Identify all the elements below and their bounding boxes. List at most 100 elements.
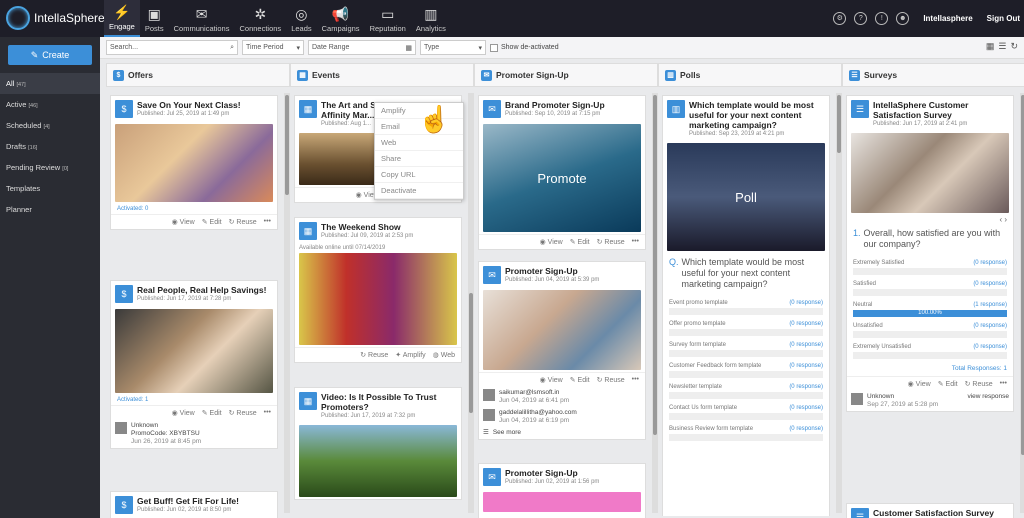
card-title: Promoter Sign-Up	[505, 266, 578, 276]
reuse-button[interactable]: ↻ Reuse	[597, 238, 625, 246]
question-text: Overall, how satisfied are you with our …	[863, 228, 1001, 249]
create-button[interactable]: ✎ Create	[8, 45, 92, 65]
offer-card[interactable]: $ Real People, Real Help Savings! Publishe…	[110, 280, 278, 449]
promoter-card[interactable]: ✉ Promoter Sign-Up Published: Jun 04, 2019…	[478, 261, 646, 440]
scrollbar[interactable]	[1020, 93, 1024, 513]
sidebar-item-count: [4]	[43, 124, 50, 130]
menu-item-web[interactable]: Web	[375, 135, 463, 151]
sidebar-item-drafts[interactable]: Drafts [16]	[0, 136, 100, 157]
event-card[interactable]: ▦ The Weekend Show Published: Jul 09, 2019…	[294, 217, 462, 363]
view-label: View	[179, 410, 195, 417]
menu-item-share[interactable]: Share	[375, 151, 463, 167]
option-label: Customer Feedback form template	[669, 363, 762, 369]
poll-question: Q. Which template would be most useful fo…	[663, 253, 829, 294]
scroll-thumb[interactable]	[837, 95, 841, 153]
offer-card[interactable]: $ Save On Your Next Class! Published: Jul …	[110, 95, 278, 230]
more-button[interactable]: •••	[264, 409, 271, 417]
view-button[interactable]: ◉ View	[172, 218, 195, 226]
offer-card[interactable]: $ Get Buff! Get Fit For Life! Published: J…	[110, 491, 278, 518]
option-response: (0 response)	[973, 260, 1007, 266]
scroll-thumb[interactable]	[469, 293, 473, 413]
grid-view-icon[interactable]: ▦	[986, 41, 995, 52]
posts-icon: ▣	[147, 6, 161, 22]
view-button[interactable]: ◉ View	[540, 376, 563, 384]
engage-icon: ⚡	[113, 4, 131, 20]
reuse-button[interactable]: ↻ Reuse	[597, 376, 625, 384]
notifications-icon[interactable]: !	[875, 12, 889, 25]
settings-icon[interactable]: ⚙	[833, 12, 847, 25]
surveys-column: ☰ Surveys ☰ IntellaSphere Customer Satisfa…	[842, 63, 1024, 518]
sidebar-item-all[interactable]: All [47]	[0, 73, 100, 94]
sidebar-item-scheduled[interactable]: Scheduled [4]	[0, 115, 100, 136]
view-button[interactable]: ◉ View	[172, 409, 195, 417]
edit-button[interactable]: ✎ Edit	[570, 238, 590, 246]
edit-button[interactable]: ✎ Edit	[938, 380, 958, 388]
option-bar	[853, 289, 1007, 296]
carousel-arrows[interactable]: ‹ ›	[847, 215, 1013, 224]
event-card[interactable]: ▦ Video: Is It Possible To Trust Promoter…	[294, 387, 462, 500]
nav-reputation[interactable]: ▭ Reputation	[365, 0, 411, 37]
nav-communications[interactable]: ✉ Communications	[169, 0, 235, 37]
nav-engage[interactable]: ⚡ Engage	[104, 0, 140, 37]
reuse-button[interactable]: ↻ Reuse	[229, 218, 257, 226]
survey-card[interactable]: ☰ Customer Satisfaction Survey	[846, 503, 1014, 518]
survey-card[interactable]: ☰ IntellaSphere Customer Satisfaction Sur…	[846, 95, 1014, 412]
more-button[interactable]: •••	[632, 238, 639, 246]
menu-item-copy-url[interactable]: Copy URL	[375, 167, 463, 183]
filter-bar: Search... ⌕ Time Period ▾ Date Range ▦ Type…	[100, 37, 1024, 59]
more-button[interactable]: •••	[1000, 380, 1007, 388]
contact-date: Jun 26, 2019 at 8:45 pm	[131, 438, 202, 445]
help-icon[interactable]: ?	[854, 12, 868, 25]
reuse-button[interactable]: ↻ Reuse	[229, 409, 257, 417]
date-range-input[interactable]: Date Range ▦	[308, 40, 416, 55]
search-input[interactable]: Search... ⌕	[106, 40, 238, 55]
signout-link[interactable]: Sign Out	[987, 14, 1020, 23]
offers-column: $ Offers $ Save On Your Next Class! Publish…	[106, 63, 290, 518]
reuse-button[interactable]: ↻ Reuse	[965, 380, 993, 388]
nav-posts[interactable]: ▣ Posts	[140, 0, 169, 37]
app-name: IntellaSphere	[34, 11, 105, 25]
poll-card[interactable]: ▥ Which template would be most useful for…	[662, 95, 830, 516]
sidebar-item-pending-review[interactable]: Pending Review [0]	[0, 157, 100, 178]
leads-icon: ◎	[295, 6, 308, 22]
contact-name: Unknown	[867, 393, 895, 400]
promoter-card[interactable]: ✉ Promoter Sign-Up Published: Jun 02, 2019…	[478, 463, 646, 518]
view-label: View	[179, 219, 195, 226]
menu-item-deactivate[interactable]: Deactivate	[375, 183, 463, 199]
refresh-icon[interactable]: ↻	[1010, 41, 1018, 52]
sidebar-item-planner[interactable]: Planner	[0, 199, 100, 220]
scroll-thumb[interactable]	[285, 95, 289, 195]
promoter-card[interactable]: ✉ Brand Promoter Sign-Up Published: Sep 10…	[478, 95, 646, 250]
sidebar-item-active[interactable]: Active [46]	[0, 94, 100, 115]
scroll-thumb[interactable]	[653, 95, 657, 435]
view-button[interactable]: ◉ View	[540, 238, 563, 246]
question-mark: Q.	[669, 257, 679, 267]
time-period-select[interactable]: Time Period ▾	[242, 40, 304, 55]
type-select[interactable]: Type ▾	[420, 40, 486, 55]
availability-note: Available online until 07/14/2019	[299, 245, 386, 251]
nav-connections[interactable]: ✲ Connections	[234, 0, 286, 37]
nav-analytics[interactable]: ▥ Analytics	[411, 0, 451, 37]
date-range-label: Date Range	[312, 44, 350, 51]
view-response-link[interactable]: view response	[967, 393, 1009, 409]
web-button[interactable]: ◍ Web	[433, 351, 455, 359]
reuse-button[interactable]: ↻ Reuse	[360, 351, 388, 359]
more-button[interactable]: •••	[264, 218, 271, 226]
more-button[interactable]: •••	[632, 376, 639, 384]
edit-button[interactable]: ✎ Edit	[202, 409, 222, 417]
nav-campaigns[interactable]: 📢 Campaigns	[317, 0, 365, 37]
amplify-button[interactable]: ✦ Amplify	[395, 351, 425, 359]
app-logo[interactable]: IntellaSphere	[6, 6, 105, 30]
contact-email: gaddelalillitha@yahoo.com	[499, 409, 577, 416]
profile-icon[interactable]: ☻	[896, 12, 910, 25]
edit-button[interactable]: ✎ Edit	[570, 376, 590, 384]
sidebar-item-templates[interactable]: Templates	[0, 178, 100, 199]
show-deactivated-checkbox[interactable]: Show de-activated	[490, 43, 559, 52]
reputation-icon: ▭	[381, 6, 395, 22]
list-view-icon[interactable]: ☰	[998, 41, 1006, 52]
see-more-link[interactable]: ☰ See more	[479, 427, 645, 439]
account-name[interactable]: Intellasphere	[923, 14, 972, 23]
edit-button[interactable]: ✎ Edit	[202, 218, 222, 226]
view-button[interactable]: ◉ View	[908, 380, 931, 388]
nav-leads[interactable]: ◎ Leads	[286, 0, 316, 37]
